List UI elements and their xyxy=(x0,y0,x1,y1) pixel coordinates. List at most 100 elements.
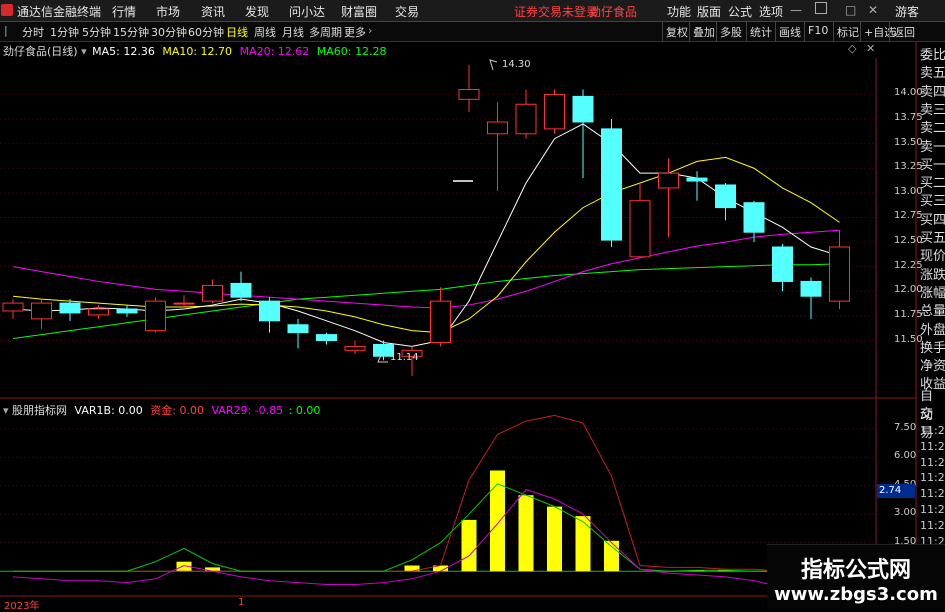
quote-label: 买三 xyxy=(920,194,945,210)
red-line xyxy=(13,414,840,572)
indicator-bar xyxy=(547,506,562,572)
candle-body xyxy=(829,246,850,302)
quote-label: 涨跌 xyxy=(920,267,945,283)
quote-label: 买四 xyxy=(920,212,945,228)
tick-time: 11:28 xyxy=(920,518,945,532)
price-tick: 13.25 xyxy=(894,161,923,173)
candle xyxy=(344,340,366,355)
candle xyxy=(601,119,622,247)
tick-time: 11:27 xyxy=(920,471,945,485)
candle xyxy=(800,277,822,319)
quote-label: 净资 xyxy=(920,359,945,375)
quote-label: 卖二 xyxy=(920,121,945,137)
quote-label: 卖五 xyxy=(920,66,945,82)
candle xyxy=(259,297,280,333)
quote-label: 换手 xyxy=(920,340,945,356)
candle-body xyxy=(800,280,822,297)
sub-tick: 3.00 xyxy=(894,507,917,519)
candle-body xyxy=(430,300,451,343)
candle xyxy=(458,64,480,113)
candle-body xyxy=(515,103,537,135)
candle xyxy=(59,299,81,321)
watermark-box: 指标公式网 www.zbgs3.com xyxy=(767,544,945,610)
candle-body xyxy=(715,184,736,209)
indicator-bar xyxy=(604,540,619,572)
candle-body xyxy=(145,300,166,332)
candle xyxy=(230,271,252,302)
high-price-annotation: 14.30 xyxy=(502,59,531,70)
candle xyxy=(31,299,52,329)
year-label: 2023年 xyxy=(4,601,40,612)
candle-body xyxy=(743,202,765,233)
candle-body xyxy=(173,302,195,305)
candle xyxy=(715,183,736,221)
candle-body xyxy=(116,308,138,314)
quote-label: 卖四 xyxy=(920,84,945,100)
indicator-bar xyxy=(518,495,534,572)
candle xyxy=(145,297,166,333)
candle-body xyxy=(572,95,594,123)
month-mark-label: 1 xyxy=(238,597,245,608)
candle-body xyxy=(544,93,565,130)
candle xyxy=(686,171,708,201)
price-tick: 12.00 xyxy=(894,284,923,296)
quote-label: 总量 xyxy=(920,304,945,320)
candle-body xyxy=(202,284,223,302)
quote-label: 买一 xyxy=(920,157,945,173)
tick-time: 11:27 xyxy=(920,424,945,437)
price-tick: 11.75 xyxy=(894,308,923,320)
price-tick: 12.25 xyxy=(894,259,923,271)
quote-label: 卖三 xyxy=(920,102,945,118)
candle-body xyxy=(31,302,52,320)
price-tick: 13.00 xyxy=(894,185,923,197)
sub-tick: 6.00 xyxy=(894,450,917,462)
candle-body xyxy=(629,200,651,258)
candle xyxy=(116,305,138,317)
candle xyxy=(88,305,109,319)
candle-body xyxy=(59,302,81,314)
price-tick: 13.75 xyxy=(894,112,923,124)
quote-label: 委比 xyxy=(920,48,945,63)
quote-label: 买五 xyxy=(920,231,945,246)
quote-label: 涨幅 xyxy=(920,285,945,301)
high-marker xyxy=(489,59,498,71)
tick-time: 11:27 xyxy=(920,439,945,453)
candle xyxy=(772,244,793,292)
indicator-bar xyxy=(575,516,591,572)
candle xyxy=(316,332,337,345)
candle xyxy=(430,287,451,347)
candle xyxy=(544,89,565,134)
candle xyxy=(743,200,765,243)
quote-label: 买二 xyxy=(920,176,945,192)
tick-time: 11:27 xyxy=(920,455,945,469)
sub-tick: 7.50 xyxy=(894,421,917,433)
candle-body xyxy=(487,121,508,135)
candle-body xyxy=(601,128,622,241)
candle-body xyxy=(344,345,366,351)
candle xyxy=(572,89,594,179)
tick-time: 11:28 xyxy=(920,503,945,516)
candle-body xyxy=(658,172,679,189)
quote-label: 现价 xyxy=(920,249,945,265)
candle-body xyxy=(316,334,337,342)
ma10-line xyxy=(12,156,840,334)
tick-time: 11:28 xyxy=(920,487,945,501)
watermark-url: www.zbgs3.com xyxy=(774,584,938,605)
candle xyxy=(629,183,651,258)
candle-body xyxy=(88,308,109,316)
kline-chart[interactable] xyxy=(0,0,945,609)
price-tick: 11.50 xyxy=(894,333,923,345)
low-price-annotation: 11.14 xyxy=(390,352,419,363)
candle-body xyxy=(458,88,480,100)
magenta-line xyxy=(12,488,840,589)
candle xyxy=(287,318,309,349)
price-tick: 12.50 xyxy=(894,235,923,247)
price-tick: 13.50 xyxy=(894,136,923,148)
price-tick: 14.00 xyxy=(894,87,923,99)
candle xyxy=(487,102,508,191)
price-tick: 12.75 xyxy=(894,210,923,222)
ma60-line xyxy=(12,263,840,340)
candle-body xyxy=(686,177,708,182)
candle-body xyxy=(287,324,309,334)
indicator-bar xyxy=(461,519,477,572)
